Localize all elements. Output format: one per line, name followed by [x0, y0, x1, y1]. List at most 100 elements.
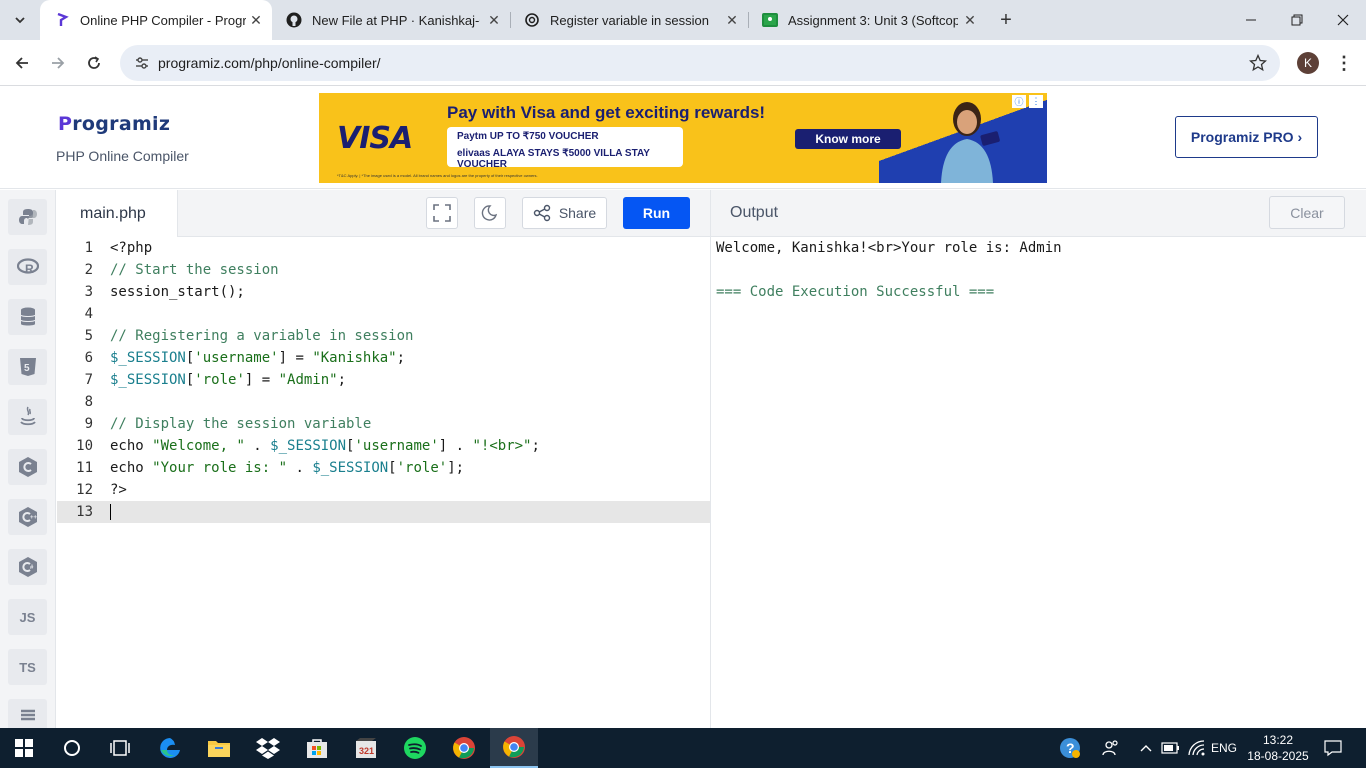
taskbar-clock[interactable]: 13:22 18-08-2025 [1240, 732, 1316, 764]
swift-icon[interactable] [8, 699, 47, 728]
file-tab[interactable]: main.php [57, 190, 178, 237]
code-line[interactable]: 11 echo "Your role is: " . $_SESSION['rol… [57, 457, 710, 479]
chrome-active-taskbar-icon[interactable] [490, 728, 538, 768]
code-line[interactable]: 4 [57, 303, 710, 325]
profile-avatar[interactable]: K [1297, 52, 1319, 74]
help-tray-icon[interactable]: ? [1056, 728, 1084, 768]
code-line[interactable]: 9 // Display the session variable [57, 413, 710, 435]
code-token: "Welcome, " [152, 438, 245, 454]
run-button[interactable]: Run [623, 197, 690, 229]
code-token: "Admin" [278, 372, 338, 388]
file-name: main.php [80, 204, 146, 222]
start-button[interactable] [0, 728, 48, 768]
reload-icon [88, 56, 100, 69]
line-number: 9 [84, 416, 93, 432]
code-token: $_SESSION [110, 350, 186, 366]
code-line[interactable]: 10 echo "Welcome, " . $_SESSION['username… [57, 435, 710, 457]
site-info-icon[interactable] [132, 53, 152, 73]
code-token: // Start the session [110, 262, 279, 278]
close-tab-icon[interactable]: ✕ [248, 12, 264, 28]
back-button[interactable] [8, 49, 36, 77]
code-text: echo "Welcome, " . $_SESSION['username']… [110, 435, 540, 457]
r-icon[interactable]: R [8, 249, 47, 285]
dropbox-icon[interactable] [244, 728, 292, 768]
code-line[interactable]: 5 // Registering a variable in session [57, 325, 710, 347]
ad-banner[interactable]: VISA Pay with Visa and get exciting rewa… [319, 93, 1047, 183]
show-hidden-icons-chevron-icon[interactable] [1136, 728, 1156, 768]
dark-mode-button[interactable] [474, 197, 506, 229]
code-line[interactable]: 1 <?php [57, 237, 710, 259]
programiz-logo[interactable]: Programiz [58, 113, 170, 135]
ts-icon[interactable]: TS [8, 649, 47, 685]
code-line[interactable]: 8 [57, 391, 710, 413]
more-menu-icon[interactable]: ⋮ [1334, 52, 1354, 74]
wifi-icon[interactable] [1186, 728, 1208, 768]
java-icon[interactable] [8, 399, 47, 435]
edge-taskbar-icon[interactable] [146, 728, 194, 768]
ad-cta-button[interactable]: Know more [795, 129, 901, 149]
code-line[interactable]: 2 // Start the session [57, 259, 710, 281]
code-editor[interactable]: 1 <?php 2 // Start the session 3 session_star… [57, 237, 710, 728]
visa-logo: VISA [337, 121, 413, 156]
clipchamp-icon[interactable]: 321 [342, 728, 390, 768]
browser-tab-chatgpt[interactable]: Register variable in session ✕ [510, 0, 748, 40]
minimize-button[interactable] [1228, 0, 1274, 40]
cpp-icon[interactable]: ++ [8, 499, 47, 535]
ad-info-icon[interactable]: ⓘ [1012, 95, 1026, 108]
code-text: $_SESSION['username'] = "Kanishka"; [110, 347, 405, 369]
html-icon[interactable]: 5 [8, 349, 47, 385]
fullscreen-button[interactable] [426, 197, 458, 229]
close-tab-icon[interactable]: ✕ [724, 12, 740, 28]
ad-options-icon[interactable]: ⋮ [1029, 95, 1043, 108]
close-tab-icon[interactable]: ✕ [486, 12, 502, 28]
restore-icon [1291, 14, 1303, 26]
bookmark-star-icon[interactable] [1248, 53, 1268, 73]
windows-taskbar: 321 ? ENG 13:22 18-08-2025 [0, 728, 1366, 768]
python-icon[interactable] [8, 199, 47, 235]
sql-icon[interactable] [8, 299, 47, 335]
code-text: // Start the session [110, 259, 279, 281]
code-token: ; [396, 350, 406, 366]
forward-button[interactable] [44, 49, 72, 77]
chrome-taskbar-icon[interactable] [440, 728, 488, 768]
page-subtitle: PHP Online Compiler [56, 148, 189, 164]
close-tab-icon[interactable]: ✕ [962, 12, 978, 28]
line-number: 3 [84, 284, 93, 300]
line-number: 2 [84, 262, 93, 278]
output-console[interactable]: Welcome, Kanishka!<br>Your role is: Admi… [710, 237, 1366, 728]
programiz-pro-button[interactable]: Programiz PRO › [1175, 116, 1318, 158]
c-icon[interactable] [8, 449, 47, 485]
js-icon[interactable]: JS [8, 599, 47, 635]
address-bar[interactable]: programiz.com/php/online-compiler/ [120, 45, 1280, 81]
browser-tab-programiz[interactable]: Online PHP Compiler - Program ✕ [40, 0, 272, 40]
close-window-button[interactable] [1320, 0, 1366, 40]
code-line[interactable]: 13 [57, 501, 710, 523]
new-tab-button[interactable]: + [994, 8, 1018, 32]
task-view-icon [110, 740, 130, 756]
microsoft-store-icon[interactable] [293, 728, 341, 768]
restore-button[interactable] [1274, 0, 1320, 40]
search-button[interactable] [48, 728, 96, 768]
tab-search-button[interactable] [8, 8, 32, 32]
ts-label: TS [19, 659, 36, 675]
clock-date: 18-08-2025 [1247, 749, 1309, 763]
csharp-icon[interactable]: # [8, 549, 47, 585]
code-line[interactable]: 12 ?> [57, 479, 710, 501]
spotify-icon[interactable] [391, 728, 439, 768]
language-sidebar: R 5 ++ # JS TS [0, 190, 56, 728]
reload-button[interactable] [80, 49, 108, 77]
browser-tab-github[interactable]: New File at PHP · Kanishkaj-09/ ✕ [272, 0, 510, 40]
code-line[interactable]: 3 session_start(); [57, 281, 710, 303]
battery-icon[interactable] [1160, 728, 1182, 768]
clear-output-button[interactable]: Clear [1269, 196, 1345, 229]
code-line[interactable]: 6 $_SESSION['username'] = "Kanishka"; [57, 347, 710, 369]
task-view-button[interactable] [96, 728, 144, 768]
browser-tab-classroom[interactable]: Assignment 3: Unit 3 (Softcopy ✕ [748, 0, 986, 40]
people-tray-icon[interactable] [1098, 728, 1124, 768]
ad-info-controls: ⓘ ⋮ [1012, 95, 1043, 108]
file-explorer-icon[interactable] [195, 728, 243, 768]
share-button[interactable]: Share [522, 197, 607, 229]
notifications-icon[interactable] [1318, 728, 1348, 768]
code-line[interactable]: 7 $_SESSION['role'] = "Admin"; [57, 369, 710, 391]
input-language-indicator[interactable]: ENG [1210, 728, 1238, 768]
